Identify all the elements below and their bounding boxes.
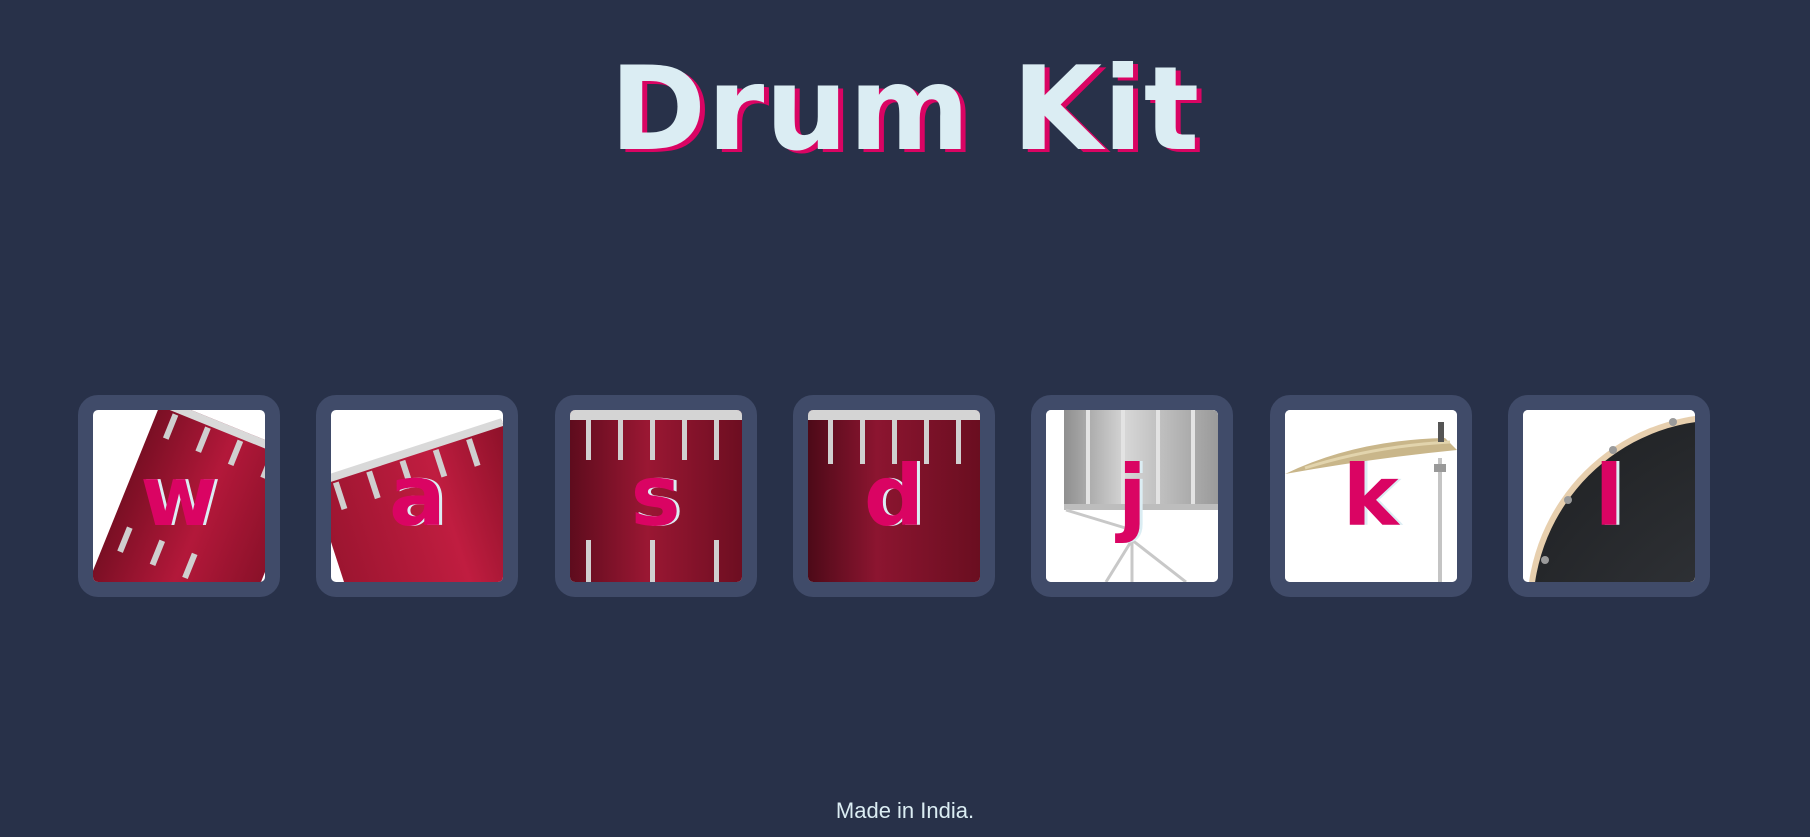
drum-key-label: k — [1342, 447, 1399, 545]
drum-set: w a s d j k l — [78, 395, 1710, 597]
drum-key-label: l — [1594, 447, 1624, 545]
drum-button-a[interactable]: a — [316, 395, 519, 597]
drum-key-label: s — [630, 447, 681, 545]
drum-button-s[interactable]: s — [554, 395, 757, 597]
page-title: Drum Kit — [609, 42, 1201, 177]
drum-button-l[interactable]: l — [1507, 395, 1710, 597]
drum-button-j[interactable]: j — [1031, 395, 1234, 597]
footer-text: Made in India. — [835, 798, 975, 823]
drum-key-label: w — [140, 447, 218, 545]
drum-key-label: j — [1117, 447, 1147, 545]
drum-key-label: a — [388, 447, 446, 545]
drum-key-label: d — [863, 447, 925, 545]
drum-button-k[interactable]: k — [1269, 395, 1472, 597]
drum-button-d[interactable]: d — [792, 395, 995, 597]
drum-button-w[interactable]: w — [78, 395, 280, 597]
page: Drum Kit w a s d j k l Made in India. — [0, 0, 1810, 837]
